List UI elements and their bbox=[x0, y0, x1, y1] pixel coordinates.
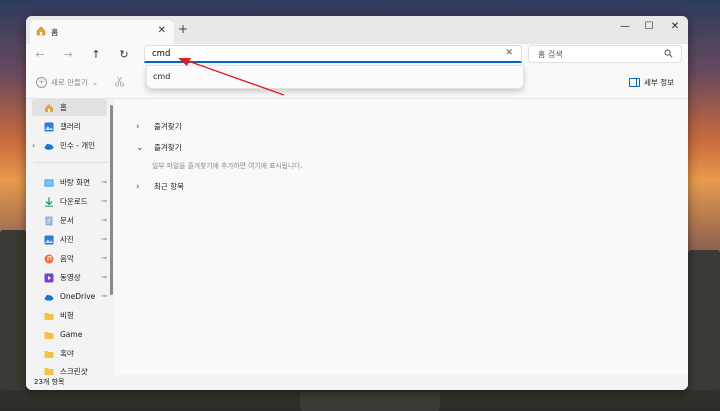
annotation-arrow bbox=[178, 58, 285, 96]
